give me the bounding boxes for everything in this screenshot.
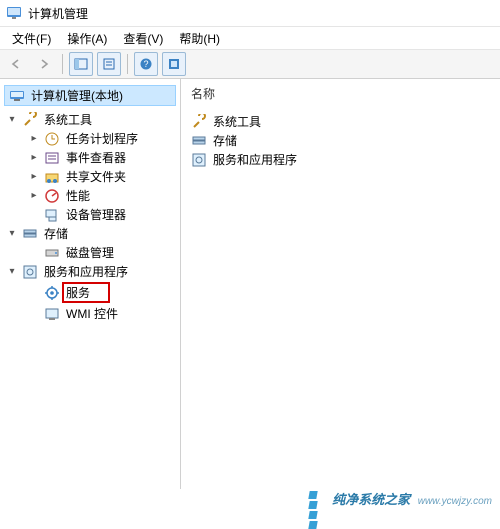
tree-disk-management[interactable]: 磁盘管理 bbox=[2, 243, 178, 262]
watermark-url: www.ycwjzy.com bbox=[418, 496, 492, 507]
chevron-right-icon[interactable]: ▸ bbox=[28, 190, 40, 202]
tree-label: 服务和应用程序 bbox=[42, 263, 130, 280]
menu-bar: 文件(F) 操作(A) 查看(V) 帮助(H) bbox=[0, 27, 500, 50]
svg-text:?: ? bbox=[143, 59, 148, 69]
tree-storage[interactable]: ▾ 存储 bbox=[2, 224, 178, 243]
tools-icon bbox=[22, 112, 38, 128]
title-bar: 计算机管理 bbox=[0, 0, 500, 27]
tree-label: 事件查看器 bbox=[64, 149, 128, 166]
tree-label: 共享文件夹 bbox=[64, 168, 128, 185]
nav-forward-button bbox=[32, 52, 56, 76]
computer-icon bbox=[9, 88, 25, 104]
tree-pane: 计算机管理(本地) ▾ 系统工具 ▸ 任务计划程序 ▸ 事件查看器 ▸ 共享文件… bbox=[0, 79, 181, 489]
services-apps-icon bbox=[191, 152, 207, 168]
tree-system-tools[interactable]: ▾ 系统工具 bbox=[2, 110, 178, 129]
tree-label: 存储 bbox=[42, 225, 70, 242]
services-apps-icon bbox=[22, 264, 38, 280]
tree-root-label: 计算机管理(本地) bbox=[29, 87, 125, 104]
menu-help[interactable]: 帮助(H) bbox=[171, 28, 228, 49]
nav-back-button bbox=[4, 52, 28, 76]
chevron-right-icon[interactable]: ▸ bbox=[28, 171, 40, 183]
tools-icon bbox=[191, 114, 207, 130]
performance-icon bbox=[44, 188, 60, 204]
gear-icon bbox=[44, 285, 60, 301]
event-icon bbox=[44, 150, 60, 166]
tree-root[interactable]: 计算机管理(本地) bbox=[4, 85, 176, 106]
storage-icon bbox=[22, 226, 38, 242]
tree-services[interactable]: 服务 bbox=[2, 281, 178, 304]
work-area: 计算机管理(本地) ▾ 系统工具 ▸ 任务计划程序 ▸ 事件查看器 ▸ 共享文件… bbox=[0, 79, 500, 489]
list-item[interactable]: 存储 bbox=[191, 131, 490, 150]
list-item-label: 存储 bbox=[213, 132, 237, 149]
tree-performance[interactable]: ▸ 性能 bbox=[2, 186, 178, 205]
menu-view[interactable]: 查看(V) bbox=[115, 28, 171, 49]
window-title: 计算机管理 bbox=[28, 5, 88, 22]
menu-action[interactable]: 操作(A) bbox=[59, 28, 115, 49]
tree-event-viewer[interactable]: ▸ 事件查看器 bbox=[2, 148, 178, 167]
chevron-down-icon[interactable]: ▾ bbox=[6, 228, 18, 240]
chevron-right-icon[interactable]: ▸ bbox=[28, 133, 40, 145]
watermark-logo-icon bbox=[308, 490, 326, 508]
storage-icon bbox=[191, 133, 207, 149]
refresh-button[interactable] bbox=[162, 52, 186, 76]
chevron-right-icon[interactable]: ▸ bbox=[28, 152, 40, 164]
empty-expander bbox=[28, 209, 40, 221]
tree-services-label: 服务 bbox=[62, 282, 110, 303]
list-item[interactable]: 系统工具 bbox=[191, 112, 490, 131]
list-pane: 名称 系统工具 存储 服务和应用程序 bbox=[181, 79, 500, 489]
app-icon bbox=[6, 5, 22, 21]
tree-label: 系统工具 bbox=[42, 111, 94, 128]
empty-expander bbox=[28, 308, 40, 320]
list-item-label: 服务和应用程序 bbox=[213, 151, 297, 168]
list-item-label: 系统工具 bbox=[213, 113, 261, 130]
clock-icon bbox=[44, 131, 60, 147]
menu-file[interactable]: 文件(F) bbox=[4, 28, 59, 49]
wmi-icon bbox=[44, 306, 60, 322]
tree-label: 设备管理器 bbox=[64, 206, 128, 223]
watermark-text: 纯净系统之家 bbox=[332, 492, 410, 507]
tree-services-apps[interactable]: ▾ 服务和应用程序 bbox=[2, 262, 178, 281]
chevron-down-icon[interactable]: ▾ bbox=[6, 114, 18, 126]
toolbar-separator bbox=[127, 54, 128, 74]
disk-icon bbox=[44, 245, 60, 261]
empty-expander bbox=[28, 247, 40, 259]
toolbar: ? bbox=[0, 50, 500, 79]
chevron-down-icon[interactable]: ▾ bbox=[6, 266, 18, 278]
tree-wmi-control[interactable]: WMI 控件 bbox=[2, 304, 178, 323]
tree-task-scheduler[interactable]: ▸ 任务计划程序 bbox=[2, 129, 178, 148]
properties-button[interactable] bbox=[97, 52, 121, 76]
list-item[interactable]: 服务和应用程序 bbox=[191, 150, 490, 169]
device-icon bbox=[44, 207, 60, 223]
tree-shared-folders[interactable]: ▸ 共享文件夹 bbox=[2, 167, 178, 186]
show-hide-tree-button[interactable] bbox=[69, 52, 93, 76]
shared-folder-icon bbox=[44, 169, 60, 185]
empty-expander bbox=[28, 287, 40, 299]
toolbar-separator bbox=[62, 54, 63, 74]
help-button[interactable]: ? bbox=[134, 52, 158, 76]
tree-device-manager[interactable]: 设备管理器 bbox=[2, 205, 178, 224]
column-header-name[interactable]: 名称 bbox=[191, 85, 490, 102]
tree-label: 性能 bbox=[64, 187, 92, 204]
tree-label: 任务计划程序 bbox=[64, 130, 140, 147]
watermark: 纯净系统之家 www.ycwjzy.com bbox=[308, 489, 492, 508]
tree-label: WMI 控件 bbox=[64, 305, 120, 322]
tree-label: 磁盘管理 bbox=[64, 244, 116, 261]
